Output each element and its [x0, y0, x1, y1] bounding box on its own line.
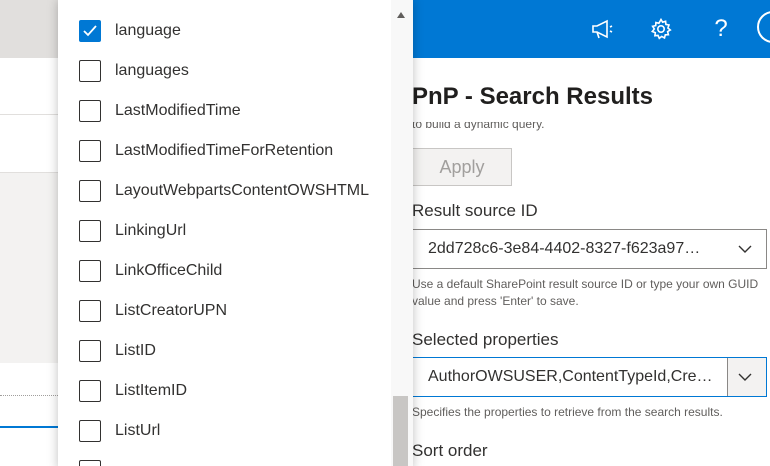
properties-list-panel: language languages LastModifiedTime LastMod…	[58, 0, 413, 466]
left-panel-accent-line	[0, 426, 60, 428]
apply-button[interactable]: Apply	[412, 148, 512, 186]
list-item-label: ListID	[115, 342, 156, 359]
selected-properties-dropdown[interactable]: AuthorOWSUSER,ContentTypeId,Cre…	[412, 357, 767, 397]
checkbox[interactable]	[79, 140, 101, 162]
list-item[interactable]: LinkingUrl	[79, 213, 186, 249]
selected-properties-help: Specifies the properties to retrieve fro…	[412, 405, 723, 419]
chevron-down-icon	[738, 245, 752, 253]
list-item-label: LastModifiedTime	[115, 102, 241, 119]
pane-title: PnP - Search Results	[412, 83, 653, 110]
checkbox[interactable]	[79, 180, 101, 202]
list-item[interactable]: ListID	[79, 333, 156, 369]
list-item-label: LastModifiedTimeForRetention	[115, 142, 334, 159]
scrollbar-thumb[interactable]	[393, 396, 408, 466]
list-item[interactable]: LastModifiedTime	[79, 93, 241, 129]
list-item[interactable]: LayoutWebpartsContentOWSHTML	[79, 173, 369, 209]
checkbox[interactable]	[79, 340, 101, 362]
left-panel-row	[0, 114, 60, 173]
gear-icon[interactable]	[645, 13, 677, 45]
result-source-label: Result source ID	[412, 201, 538, 220]
scroll-up-arrow-icon[interactable]	[397, 12, 405, 18]
list-item-label: languages	[115, 62, 189, 79]
checkbox[interactable]	[79, 100, 101, 122]
checkbox[interactable]	[79, 220, 101, 242]
left-panel-divider	[0, 395, 60, 396]
list-item[interactable]: ListUrl	[79, 413, 160, 449]
result-source-help: Use a default SharePoint result source I…	[412, 277, 759, 308]
megaphone-icon[interactable]	[586, 13, 618, 45]
list-item-label: ListCreatorUPN	[115, 302, 228, 319]
list-item-label: language	[115, 22, 181, 39]
result-source-dropdown[interactable]: 2dd728c6-3e84-4402-8327-f623a97…	[412, 229, 767, 269]
checkbox[interactable]	[79, 300, 101, 322]
query-help-text: to build a dynamic query.	[412, 122, 545, 131]
chevron-down-icon	[738, 373, 752, 381]
selected-properties-value: AuthorOWSUSER,ContentTypeId,Cre…	[428, 368, 713, 385]
checkbox[interactable]	[79, 420, 101, 442]
list-item-label: LayoutWebpartsContentOWSHTML	[115, 182, 370, 199]
list-item-label: LinkingUrl	[115, 222, 187, 239]
left-panel-gray-area	[0, 173, 60, 363]
list-item[interactable]: LastModifiedTimeForRetention	[79, 133, 333, 169]
list-item-label: LinkOfficeChild	[115, 262, 223, 279]
help-icon[interactable]: ?	[705, 13, 737, 45]
checkbox-checked[interactable]	[79, 20, 101, 42]
list-item[interactable]: ListCreatorUPN	[79, 293, 227, 329]
list-item[interactable]: language	[79, 13, 181, 49]
sort-order-label: Sort order	[412, 441, 488, 460]
checkbox[interactable]	[79, 380, 101, 402]
list-item[interactable]: LinkOfficeChild	[79, 253, 222, 289]
avatar[interactable]	[757, 11, 770, 43]
list-item-label: ListUrl	[115, 422, 161, 439]
list-item[interactable]	[79, 453, 115, 466]
checkbox[interactable]	[79, 260, 101, 282]
query-help-text-content: to build a dynamic query.	[412, 122, 545, 131]
checkbox[interactable]	[79, 460, 101, 466]
list-item-label: ListItemID	[115, 382, 188, 399]
checkbox[interactable]	[79, 60, 101, 82]
left-panel-row	[0, 58, 60, 115]
result-source-value: 2dd728c6-3e84-4402-8327-f623a97…	[428, 240, 701, 257]
checkmark-icon	[83, 25, 97, 37]
selected-properties-label: Selected properties	[412, 330, 559, 349]
list-item[interactable]: languages	[79, 53, 189, 89]
suite-bar-left-area	[0, 0, 58, 58]
list-item[interactable]: ListItemID	[79, 373, 187, 409]
